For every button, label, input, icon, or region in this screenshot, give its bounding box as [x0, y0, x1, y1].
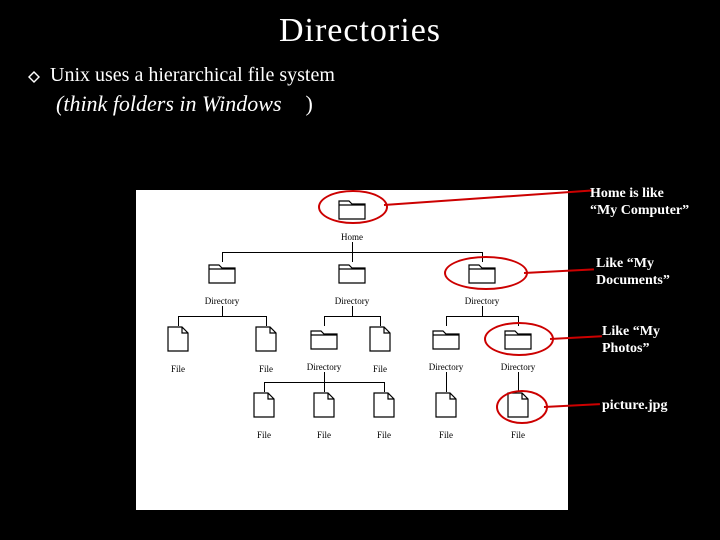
dir-label: Directory — [307, 362, 341, 372]
annot-line: Like “My — [602, 324, 660, 341]
circle-photos — [484, 322, 554, 356]
file-icon — [369, 326, 391, 352]
file-icon — [373, 392, 395, 418]
annot-line: Documents” — [596, 273, 670, 290]
file-label: File — [259, 364, 273, 374]
folder-icon — [310, 328, 338, 350]
annotation-picture: picture.jpg — [602, 398, 667, 415]
dir-label: Directory — [205, 296, 239, 306]
sub-note: (think folders in Windows) — [0, 87, 720, 117]
file-label: File — [377, 430, 391, 440]
file-icon — [313, 392, 335, 418]
annot-line: picture.jpg — [602, 398, 667, 413]
folder-icon — [338, 262, 366, 284]
bullet-text: Unix uses a hierarchical file system — [50, 64, 335, 87]
slide-title: Directories — [0, 0, 720, 50]
dir-label: Directory — [429, 362, 463, 372]
annotation-documents: Like “My Documents” — [596, 256, 670, 290]
annot-line: Photos” — [602, 341, 660, 358]
annot-line: “My Computer” — [590, 203, 689, 220]
folder-icon — [432, 328, 460, 350]
paren-close: ) — [282, 91, 313, 116]
file-label: File — [439, 430, 453, 440]
annot-line: Home is like — [590, 186, 689, 203]
dir-label: Directory — [465, 296, 499, 306]
file-label: File — [317, 430, 331, 440]
subnote-body: think folders in Windows — [63, 91, 281, 116]
annotation-photos: Like “My Photos” — [602, 324, 660, 358]
file-icon — [435, 392, 457, 418]
bullet-row: Unix uses a hierarchical file system — [0, 50, 720, 87]
file-icon — [167, 326, 189, 352]
file-icon — [255, 326, 277, 352]
file-label: File — [171, 364, 185, 374]
circle-home — [318, 190, 388, 224]
annotation-home: Home is like “My Computer” — [590, 186, 689, 220]
bullet-icon — [28, 70, 40, 82]
circle-picture — [496, 390, 548, 424]
dir-label: Directory — [335, 296, 369, 306]
circle-documents — [444, 256, 528, 290]
home-label: Home — [341, 232, 363, 242]
file-label: File — [511, 430, 525, 440]
dir-label: Directory — [501, 362, 535, 372]
annot-line: Like “My — [596, 256, 670, 273]
file-label: File — [257, 430, 271, 440]
file-label: File — [373, 364, 387, 374]
folder-icon — [208, 262, 236, 284]
file-icon — [253, 392, 275, 418]
